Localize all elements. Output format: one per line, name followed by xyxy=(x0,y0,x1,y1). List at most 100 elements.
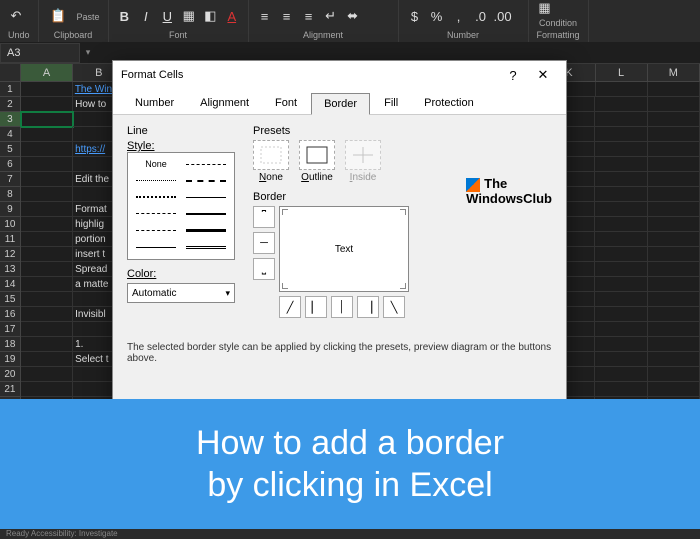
cell-M17[interactable] xyxy=(648,322,700,337)
cell-M2[interactable] xyxy=(648,97,700,112)
help-button[interactable]: ? xyxy=(498,68,528,83)
style-option[interactable] xyxy=(182,157,230,171)
row-header[interactable]: 9 xyxy=(0,202,21,217)
style-option[interactable] xyxy=(132,240,180,254)
conditional-icon[interactable]: ▦ xyxy=(537,0,553,16)
cell-L6[interactable] xyxy=(595,157,647,172)
name-box[interactable]: A3 xyxy=(0,43,80,63)
row-header[interactable]: 4 xyxy=(0,127,21,142)
cell-M13[interactable] xyxy=(648,262,700,277)
cell-M8[interactable] xyxy=(648,187,700,202)
cell-L21[interactable] xyxy=(595,382,647,397)
cell-M9[interactable] xyxy=(648,202,700,217)
name-box-dropdown-icon[interactable]: ▾ xyxy=(80,47,96,58)
cell-A3[interactable] xyxy=(21,112,73,127)
row-header[interactable]: 17 xyxy=(0,322,21,337)
underline-icon[interactable]: U xyxy=(160,8,176,24)
border-left-button[interactable]: ▏ xyxy=(305,296,327,318)
column-header-A[interactable]: A xyxy=(21,64,73,81)
align-top-icon[interactable]: ≡ xyxy=(257,8,273,24)
tab-fill[interactable]: Fill xyxy=(372,93,410,114)
cell-M4[interactable] xyxy=(648,127,700,142)
row-header[interactable]: 14 xyxy=(0,277,21,292)
row-header[interactable]: 2 xyxy=(0,97,21,112)
cell-A11[interactable] xyxy=(21,232,73,247)
cell-A20[interactable] xyxy=(21,367,73,382)
cell-M1[interactable] xyxy=(648,82,700,97)
border-top-button[interactable]: ⎴ xyxy=(253,206,275,228)
cell-A2[interactable] xyxy=(21,97,73,112)
percent-icon[interactable]: % xyxy=(429,8,445,24)
tab-alignment[interactable]: Alignment xyxy=(188,93,261,114)
cell-L20[interactable] xyxy=(595,367,647,382)
style-option[interactable] xyxy=(132,224,180,238)
cell-A6[interactable] xyxy=(21,157,73,172)
cell-L7[interactable] xyxy=(595,172,647,187)
cell-M5[interactable] xyxy=(648,142,700,157)
preset-none-icon[interactable] xyxy=(253,140,289,170)
row-header[interactable]: 19 xyxy=(0,352,21,367)
cell-A21[interactable] xyxy=(21,382,73,397)
border-diag-down-button[interactable]: ╲ xyxy=(383,296,405,318)
decrease-decimal-icon[interactable]: .00 xyxy=(495,8,511,24)
tab-number[interactable]: Number xyxy=(123,93,186,114)
cell-L5[interactable] xyxy=(595,142,647,157)
row-header[interactable]: 5 xyxy=(0,142,21,157)
fill-color-icon[interactable]: ◧ xyxy=(203,8,219,24)
row-header[interactable]: 1 xyxy=(0,82,21,97)
row-header[interactable]: 16 xyxy=(0,307,21,322)
align-left-icon[interactable]: ≡ xyxy=(301,8,317,24)
column-header-L[interactable]: L xyxy=(596,64,648,81)
currency-icon[interactable]: $ xyxy=(407,8,423,24)
cell-M16[interactable] xyxy=(648,307,700,322)
cell-M7[interactable] xyxy=(648,172,700,187)
cell-M6[interactable] xyxy=(648,157,700,172)
cell-M11[interactable] xyxy=(648,232,700,247)
cell-A13[interactable] xyxy=(21,262,73,277)
border-diag-up-button[interactable]: ╱ xyxy=(279,296,301,318)
tab-border[interactable]: Border xyxy=(311,93,370,115)
style-none[interactable]: None xyxy=(132,157,180,171)
cell-A15[interactable] xyxy=(21,292,73,307)
font-color-icon[interactable]: A xyxy=(224,8,240,24)
cell-A14[interactable] xyxy=(21,277,73,292)
cell-A17[interactable] xyxy=(21,322,73,337)
cell-L14[interactable] xyxy=(595,277,647,292)
preset-outline-icon[interactable] xyxy=(299,140,335,170)
merge-icon[interactable]: ⬌ xyxy=(345,8,361,24)
preset-none[interactable]: None xyxy=(253,140,289,183)
comma-icon[interactable]: , xyxy=(451,8,467,24)
style-option[interactable] xyxy=(132,190,180,204)
cell-M14[interactable] xyxy=(648,277,700,292)
cell-L11[interactable] xyxy=(595,232,647,247)
tab-protection[interactable]: Protection xyxy=(412,93,486,114)
style-option[interactable] xyxy=(132,207,180,221)
cell-L16[interactable] xyxy=(595,307,647,322)
cell-L12[interactable] xyxy=(595,247,647,262)
italic-icon[interactable]: I xyxy=(138,8,154,24)
preset-outline[interactable]: Outline xyxy=(299,140,335,183)
cell-L10[interactable] xyxy=(595,217,647,232)
style-option[interactable] xyxy=(182,224,230,238)
select-all-corner[interactable] xyxy=(0,64,21,81)
cell-L9[interactable] xyxy=(595,202,647,217)
cell-L4[interactable] xyxy=(595,127,647,142)
cell-A19[interactable] xyxy=(21,352,73,367)
line-style-picker[interactable]: None xyxy=(127,152,235,260)
wrap-icon[interactable]: ↵ xyxy=(323,8,339,24)
style-option[interactable] xyxy=(182,174,230,188)
cell-A18[interactable] xyxy=(21,337,73,352)
cell-A12[interactable] xyxy=(21,247,73,262)
cell-M20[interactable] xyxy=(648,367,700,382)
row-header[interactable]: 18 xyxy=(0,337,21,352)
preset-inside-icon[interactable] xyxy=(345,140,381,170)
row-header[interactable]: 7 xyxy=(0,172,21,187)
cell-M3[interactable] xyxy=(648,112,700,127)
border-middle-button[interactable]: ─ xyxy=(253,232,275,254)
cell-L19[interactable] xyxy=(595,352,647,367)
cell-M12[interactable] xyxy=(648,247,700,262)
border-vcenter-button[interactable]: │ xyxy=(331,296,353,318)
cell-L13[interactable] xyxy=(595,262,647,277)
row-header[interactable]: 12 xyxy=(0,247,21,262)
tab-font[interactable]: Font xyxy=(263,93,309,114)
